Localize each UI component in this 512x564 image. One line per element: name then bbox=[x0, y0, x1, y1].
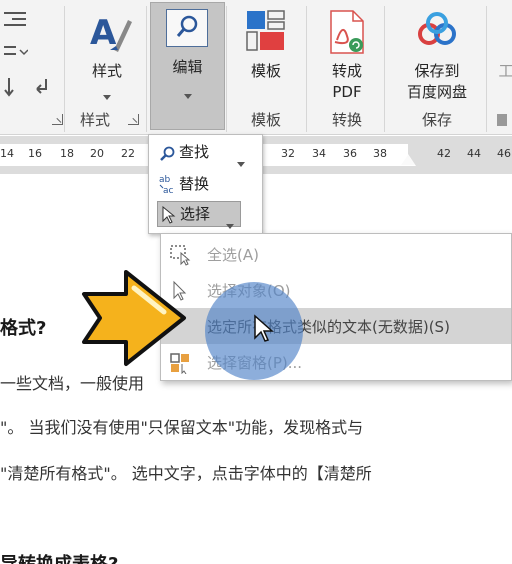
style-button-label: 样式 bbox=[91, 62, 122, 80]
ruler-tick: 36 bbox=[343, 147, 357, 160]
ruler-tick: 46 bbox=[497, 147, 511, 160]
style-group-launcher[interactable] bbox=[128, 114, 139, 125]
ruler-tick: 34 bbox=[312, 147, 326, 160]
select-all-menu-item[interactable]: 全选(A) bbox=[161, 236, 511, 272]
ruler-tick: 16 bbox=[28, 147, 42, 160]
ruler-tick: 22 bbox=[121, 147, 135, 160]
find-label: 查找 bbox=[179, 143, 210, 161]
save-baidu-button[interactable]: 保存到 百度网盘 bbox=[394, 6, 480, 102]
baidu-cloud-icon bbox=[417, 12, 457, 48]
search-icon bbox=[159, 144, 175, 161]
select-menu-item[interactable]: 选择 bbox=[157, 201, 241, 229]
list-icon[interactable] bbox=[2, 42, 29, 62]
style-icon: A bbox=[88, 10, 132, 58]
separator bbox=[226, 6, 227, 132]
chevron-down-icon bbox=[184, 85, 192, 99]
edit-dropdown-menu: 查找 ab ac 替换 选择 bbox=[148, 134, 263, 234]
ruler-tick: 42 bbox=[437, 147, 451, 160]
paragraph-mark-icon[interactable] bbox=[32, 76, 52, 98]
partial-group-label bbox=[497, 114, 507, 126]
ruler-tick: 20 bbox=[90, 147, 104, 160]
select-all-label: 全选(A) bbox=[207, 246, 259, 264]
separator bbox=[64, 6, 65, 132]
align-right-icon[interactable] bbox=[2, 10, 28, 30]
svg-text:A: A bbox=[90, 13, 117, 53]
cursor-arrow-icon bbox=[162, 205, 176, 224]
pdf-icon bbox=[329, 10, 365, 54]
svg-text:ac: ac bbox=[163, 186, 174, 195]
chevron-down-icon bbox=[103, 86, 111, 100]
save-baidu-label-line2: 百度网盘 bbox=[406, 83, 467, 101]
doc-heading-1: 格式? bbox=[0, 318, 47, 339]
select-all-icon bbox=[169, 244, 191, 266]
doc-heading-2: 导转换成表格? bbox=[0, 550, 118, 564]
chevron-down-icon bbox=[226, 212, 234, 229]
replace-menu-item[interactable]: ab ac 替换 bbox=[157, 171, 257, 197]
ruler-tick: 44 bbox=[467, 147, 481, 160]
ruler-tick: 32 bbox=[281, 147, 295, 160]
template-button[interactable]: 模板 bbox=[236, 6, 296, 102]
separator bbox=[146, 6, 147, 132]
pointer-arrow-annotation bbox=[80, 268, 190, 368]
replace-label: 替换 bbox=[179, 175, 210, 193]
paragraph-group-launcher[interactable] bbox=[52, 114, 63, 125]
find-icon bbox=[166, 9, 208, 47]
doc-line-3: "清楚所有格式"。 选中文字，点击字体中的【清楚所 bbox=[0, 464, 372, 483]
style-group-label: 样式 bbox=[79, 111, 110, 129]
convert-pdf-label-line1: 转成 bbox=[331, 62, 362, 80]
find-menu-item[interactable]: 查找 bbox=[157, 139, 257, 167]
template-icon bbox=[246, 10, 286, 52]
chevron-down-icon bbox=[237, 150, 245, 167]
separator bbox=[306, 6, 307, 132]
convert-pdf-button[interactable]: 转成 PDF bbox=[316, 6, 378, 102]
ribbon: A 样式 样式 编辑 模板 模板 转成 PDF 转换 保存到 百度网盘 保存 工 bbox=[0, 0, 512, 135]
mouse-cursor-icon bbox=[253, 314, 275, 344]
ruler-tick: 18 bbox=[60, 147, 74, 160]
convert-pdf-label-line2: PDF bbox=[332, 83, 362, 101]
save-group-label: 保存 bbox=[421, 111, 452, 129]
template-group-label: 模板 bbox=[250, 111, 281, 129]
separator bbox=[486, 6, 487, 132]
ruler-tick: 38 bbox=[373, 147, 387, 160]
ruler-tick: 14 bbox=[0, 147, 14, 160]
svg-text:ab: ab bbox=[159, 175, 171, 185]
sort-icon[interactable] bbox=[2, 76, 16, 98]
save-baidu-label-line1: 保存到 bbox=[414, 62, 460, 80]
convert-group-label: 转换 bbox=[331, 111, 362, 129]
right-indent-marker[interactable] bbox=[400, 154, 416, 166]
partial-button-label: 工 bbox=[498, 62, 512, 80]
select-label: 选择 bbox=[180, 205, 211, 223]
template-button-label: 模板 bbox=[250, 62, 281, 80]
edit-button[interactable]: 编辑 bbox=[150, 2, 225, 130]
separator bbox=[384, 6, 385, 132]
doc-line-1: 一些文档，一般使用 bbox=[0, 374, 145, 393]
replace-icon: ab ac bbox=[159, 173, 177, 196]
style-button[interactable]: A 样式 bbox=[74, 6, 140, 102]
edit-button-label: 编辑 bbox=[172, 58, 203, 76]
doc-line-2: "。 当我们没有使用"只保留文本"功能，发现格式与 bbox=[0, 418, 364, 437]
